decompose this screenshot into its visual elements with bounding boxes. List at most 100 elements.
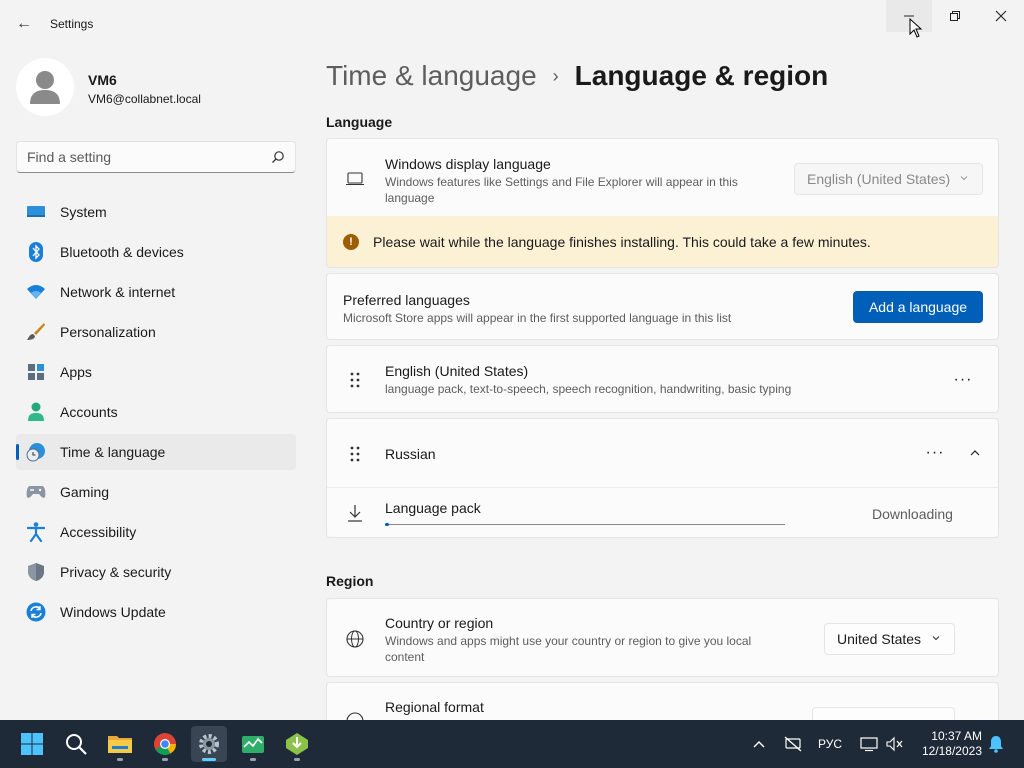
start-button[interactable]: [14, 726, 50, 762]
regional-format-dropdown[interactable]: [812, 707, 955, 720]
display-language-title: Windows display language: [385, 156, 551, 172]
sidebar-item-time-language[interactable]: Time & language: [16, 434, 296, 470]
more-icon: ···: [925, 444, 945, 461]
settings-icon: [199, 734, 219, 754]
network-status-button[interactable]: [784, 720, 806, 768]
country-region-title: Country or region: [385, 615, 494, 631]
settings-search[interactable]: [16, 141, 296, 173]
running-indicator: [202, 758, 216, 761]
warning-icon: !: [343, 234, 359, 250]
show-hidden-icons-button[interactable]: [752, 720, 770, 768]
file-explorer-button[interactable]: [102, 726, 138, 762]
sidebar-nav: System Bluetooth & devices Network & int…: [16, 194, 296, 634]
bluetooth-icon: [26, 242, 46, 262]
back-arrow-icon: ←: [16, 15, 32, 32]
chevron-down-icon: [932, 636, 940, 641]
breadcrumb: Time & language › Language & region: [326, 58, 828, 94]
close-button[interactable]: [978, 0, 1024, 32]
add-language-button[interactable]: Add a language: [853, 291, 983, 323]
clock-globe-icon: [26, 442, 46, 462]
language-pack-title: Language pack: [385, 500, 481, 516]
gamepad-icon: [26, 482, 46, 502]
input-language-indicator[interactable]: РУС: [818, 720, 848, 768]
update-icon: [26, 602, 46, 622]
section-title-language: Language: [326, 114, 393, 130]
sidebar-item-apps[interactable]: Apps: [16, 354, 296, 390]
back-button[interactable]: ←: [8, 10, 40, 38]
sidebar-item-network[interactable]: Network & internet: [16, 274, 296, 310]
language-features: language pack, text-to-speech, speech re…: [385, 382, 792, 396]
drag-handle-icon[interactable]: [345, 444, 365, 464]
volume-button[interactable]: [886, 720, 904, 768]
preferred-languages-card: Preferred languages Microsoft Store apps…: [326, 273, 999, 340]
restore-button[interactable]: [932, 0, 978, 32]
clock-time: 10:37 AM: [931, 729, 982, 743]
app-title: Settings: [50, 17, 94, 31]
user-profile[interactable]: VM6 VM6@collabnet.local: [16, 58, 296, 118]
sidebar-item-personalization[interactable]: Personalization: [16, 314, 296, 350]
sidebar-item-accounts[interactable]: Accounts: [16, 394, 296, 430]
sidebar-item-privacy[interactable]: Privacy & security: [16, 554, 296, 590]
sidebar-item-bluetooth[interactable]: Bluetooth & devices: [16, 234, 296, 270]
accessibility-icon: [26, 522, 46, 542]
download-progress-bar: [385, 523, 785, 526]
installer-button[interactable]: [279, 726, 315, 762]
country-region-dropdown[interactable]: United States: [824, 623, 955, 655]
running-indicator: [294, 758, 300, 761]
restore-icon: [950, 11, 960, 21]
volume-muted-icon: [886, 736, 903, 752]
apps-icon: [26, 362, 46, 382]
clock-date: 12/18/2023: [921, 744, 982, 758]
display-button[interactable]: [860, 720, 878, 768]
start-icon: [21, 733, 43, 755]
monitor-icon: [860, 737, 878, 752]
search-icon[interactable]: [271, 150, 285, 164]
chrome-button[interactable]: [147, 726, 183, 762]
taskbar-clock[interactable]: 10:37 AM 12/18/2023: [910, 729, 982, 759]
language-item-russian: Russian ··· Language pack Downloading: [326, 418, 999, 538]
language-pack-row: Language pack Downloading: [327, 488, 998, 538]
running-indicator: [117, 758, 123, 761]
collapse-button[interactable]: [961, 439, 989, 467]
more-options-button[interactable]: ···: [921, 439, 949, 467]
installer-icon: [286, 733, 308, 755]
breadcrumb-separator: ›: [552, 65, 559, 86]
chevron-up-icon: [753, 741, 765, 748]
mouse-cursor-icon: [909, 18, 923, 38]
task-manager-button[interactable]: [235, 726, 271, 762]
user-silhouette-icon: [30, 71, 60, 104]
settings-app-button[interactable]: [191, 726, 227, 762]
sidebar-item-system[interactable]: System: [16, 194, 296, 230]
sidebar-item-gaming[interactable]: Gaming: [16, 474, 296, 510]
chevron-up-icon: [970, 450, 980, 456]
search-icon: [66, 734, 87, 755]
breadcrumb-parent[interactable]: Time & language: [326, 60, 537, 92]
search-input[interactable]: [27, 149, 257, 165]
display-language-dropdown[interactable]: English (United States): [794, 163, 983, 195]
shield-icon: [26, 562, 46, 582]
country-region-value: United States: [837, 631, 922, 647]
sidebar-item-accessibility[interactable]: Accessibility: [16, 514, 296, 550]
format-icon: [345, 711, 365, 720]
download-icon: [345, 503, 365, 523]
laptop-icon: [345, 169, 365, 189]
sidebar-item-windows-update[interactable]: Windows Update: [16, 594, 296, 630]
preferred-languages-title: Preferred languages: [343, 292, 470, 308]
page-title: Language & region: [574, 60, 829, 91]
user-email: VM6@collabnet.local: [88, 92, 201, 106]
install-warning-banner: ! Please wait while the language finishe…: [326, 216, 999, 268]
chrome-icon: [154, 733, 176, 755]
notifications-button[interactable]: [988, 720, 1006, 768]
taskbar-search-button[interactable]: [58, 726, 94, 762]
running-indicator: [250, 758, 256, 761]
monitor-icon: [26, 202, 46, 222]
display-language-description: Windows features like Settings and File …: [385, 175, 738, 205]
display-language-card: Windows display language Windows feature…: [326, 138, 999, 217]
drag-handle-icon[interactable]: [345, 370, 365, 390]
more-options-button[interactable]: ···: [949, 366, 977, 394]
brush-icon: [26, 322, 46, 342]
section-title-region: Region: [326, 573, 374, 589]
avatar: [16, 58, 74, 116]
bell-icon: [989, 736, 1003, 753]
language-name: Russian: [385, 446, 436, 462]
